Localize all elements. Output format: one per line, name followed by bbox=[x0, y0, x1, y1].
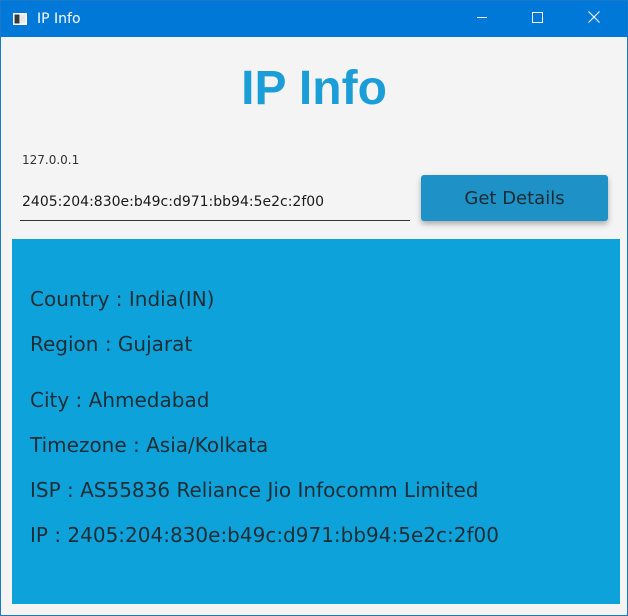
ip-field-label: 127.0.0.1 bbox=[22, 153, 80, 167]
city-value: City : Ahmedabad bbox=[30, 388, 210, 412]
title-bar[interactable]: IP Info bbox=[1, 1, 627, 37]
ip-value: IP : 2405:204:830e:b49c:d971:bb94:5e2c:2… bbox=[30, 523, 499, 547]
close-button[interactable] bbox=[571, 1, 617, 37]
minimize-icon bbox=[476, 10, 488, 28]
minimize-button[interactable] bbox=[459, 1, 505, 37]
app-window: IP Info IP Info 127.0.0.1 Get Details bbox=[0, 0, 628, 616]
ip-input[interactable] bbox=[20, 183, 410, 221]
country-value: Country : India(IN) bbox=[30, 287, 215, 311]
close-icon bbox=[588, 10, 600, 28]
ip-details-panel: Country : India(IN) Region : Gujarat Cit… bbox=[12, 239, 620, 604]
maximize-icon bbox=[531, 10, 543, 28]
isp-value: ISP : AS55836 Reliance Jio Infocomm Limi… bbox=[30, 478, 479, 502]
region-value: Region : Gujarat bbox=[30, 332, 193, 356]
page-title: IP Info bbox=[241, 62, 387, 115]
maximize-button[interactable] bbox=[514, 1, 560, 37]
main-content: IP Info 127.0.0.1 Get Details Country : … bbox=[1, 37, 627, 615]
timezone-value: Timezone : Asia/Kolkata bbox=[30, 433, 269, 457]
app-window-icon bbox=[13, 12, 27, 25]
get-details-button[interactable]: Get Details bbox=[421, 175, 608, 221]
window-title: IP Info bbox=[37, 11, 81, 27]
